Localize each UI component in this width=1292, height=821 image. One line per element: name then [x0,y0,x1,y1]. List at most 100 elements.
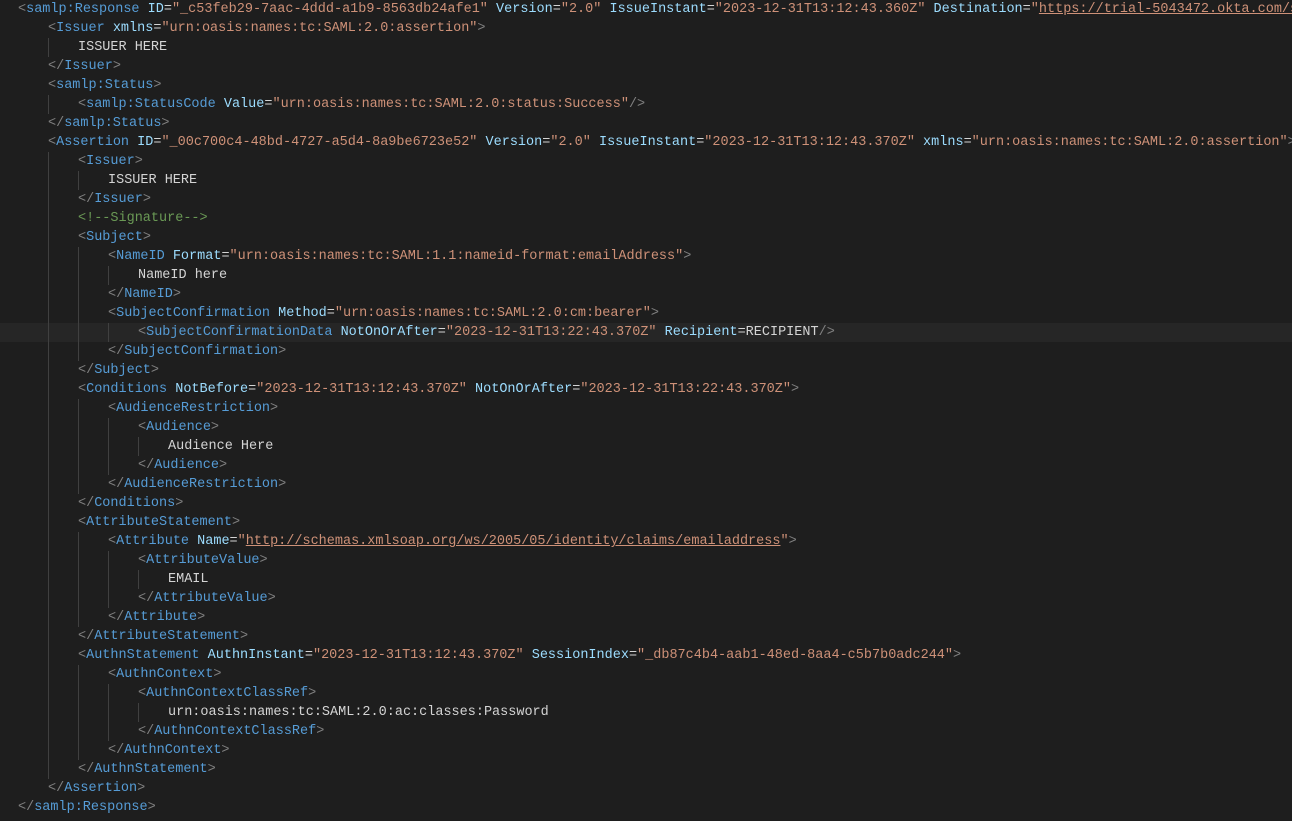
indent-guide [108,589,109,608]
code-line[interactable]: </Issuer> [0,57,1292,76]
token-self-close: /> [819,325,835,340]
token-tag: SubjectConfirmationData [146,325,332,340]
code-line[interactable]: <Assertion ID="_00c700c4-48bd-4727-a5d4-… [0,133,1292,152]
indent-guide [48,513,49,532]
code-line[interactable]: </AttributeValue> [0,589,1292,608]
code-line[interactable]: urn:oasis:names:tc:SAML:2.0:ac:classes:P… [0,703,1292,722]
code-line[interactable]: </AudienceRestriction> [0,475,1292,494]
code-line[interactable]: Audience Here [0,437,1292,456]
code-line[interactable]: <AttributeStatement> [0,513,1292,532]
line-content: </SubjectConfirmation> [108,342,1292,361]
token-text: RECIPIENT [746,325,819,340]
token-bracket: </ [78,496,94,511]
code-line[interactable]: </Conditions> [0,494,1292,513]
token-bracket: < [108,534,116,549]
token-bracket: > [651,306,659,321]
code-line[interactable]: <samlp:Status> [0,76,1292,95]
token-attr-eq: = [738,325,746,340]
token-bracket: > [240,629,248,644]
indent-guide [78,304,79,323]
line-content: <AuthnStatement AuthnInstant="2023-12-31… [78,646,1292,665]
code-line[interactable]: <AudienceRestriction> [0,399,1292,418]
line-content: </Audience> [138,456,1292,475]
code-line[interactable]: <Attribute Name="http://schemas.xmlsoap.… [0,532,1292,551]
code-line[interactable]: </NameID> [0,285,1292,304]
token-tag: AudienceRestriction [116,401,270,416]
line-content: ISSUER HERE [108,171,1292,190]
indent-guide [48,437,49,456]
code-line[interactable]: <Audience> [0,418,1292,437]
token-attr-eq: = [707,2,715,17]
token-bracket: > [232,515,240,530]
code-line[interactable]: </samlp:Status> [0,114,1292,133]
token-text [165,249,173,264]
indent-guide [48,228,49,247]
token-bracket: > [208,762,216,777]
code-line[interactable]: </AuthnContextClassRef> [0,722,1292,741]
token-attr-name: Version [486,135,543,150]
token-tag: AuthnContext [124,743,221,758]
code-line[interactable]: <SubjectConfirmation Method="urn:oasis:n… [0,304,1292,323]
code-line[interactable]: </Issuer> [0,190,1292,209]
token-attr-name: IssueInstant [609,2,706,17]
code-line[interactable]: <NameID Format="urn:oasis:names:tc:SAML:… [0,247,1292,266]
token-tag: samlp:Status [56,78,153,93]
token-string-link[interactable]: https://trial-5043472.okta.com/sso/saml2 [1039,2,1292,17]
token-bracket: < [78,230,86,245]
code-line[interactable]: <Conditions NotBefore="2023-12-31T13:12:… [0,380,1292,399]
code-line[interactable]: </Audience> [0,456,1292,475]
code-line[interactable]: <samlp:StatusCode Value="urn:oasis:names… [0,95,1292,114]
code-line[interactable]: NameID here [0,266,1292,285]
code-line[interactable]: </Subject> [0,361,1292,380]
token-attr-eq: = [230,534,238,549]
token-tag: Subject [94,363,151,378]
token-tag: NameID [124,287,173,302]
token-text: EMAIL [168,572,209,587]
code-line[interactable]: <AuthnStatement AuthnInstant="2023-12-31… [0,646,1292,665]
token-text: ISSUER HERE [78,40,167,55]
code-line[interactable]: </samlp:Response> [0,798,1292,817]
code-line[interactable]: <Issuer> [0,152,1292,171]
code-line[interactable]: <SubjectConfirmationData NotOnOrAfter="2… [0,323,1292,342]
token-tag: Attribute [116,534,189,549]
code-line[interactable]: <AttributeValue> [0,551,1292,570]
line-content: </AuthnContextClassRef> [138,722,1292,741]
code-line[interactable]: </AuthnContext> [0,741,1292,760]
token-text [105,21,113,36]
indent-guide [48,95,49,114]
code-line[interactable]: </Assertion> [0,779,1292,798]
token-tag: samlp:Response [26,2,139,17]
code-editor[interactable]: <samlp:Response ID="_c53feb29-7aac-4ddd-… [0,0,1292,817]
code-line[interactable]: <Issuer xmlns="urn:oasis:names:tc:SAML:2… [0,19,1292,38]
code-line[interactable]: <AuthnContextClassRef> [0,684,1292,703]
code-line[interactable]: </SubjectConfirmation> [0,342,1292,361]
token-string-link[interactable]: http://schemas.xmlsoap.org/ws/2005/05/id… [246,534,781,549]
code-line[interactable]: <AuthnContext> [0,665,1292,684]
token-bracket: < [108,306,116,321]
indent-guide [48,741,49,760]
code-line[interactable]: <!--Signature--> [0,209,1292,228]
code-line[interactable]: EMAIL [0,570,1292,589]
code-line[interactable]: </AuthnStatement> [0,760,1292,779]
code-line[interactable]: </AttributeStatement> [0,627,1292,646]
line-content: <SubjectConfirmationData NotOnOrAfter="2… [138,323,1292,342]
code-line[interactable]: <Subject> [0,228,1292,247]
indent-guide [78,608,79,627]
code-line[interactable]: <samlp:Response ID="_c53feb29-7aac-4ddd-… [0,0,1292,19]
code-line[interactable]: ISSUER HERE [0,171,1292,190]
token-bracket: > [153,78,161,93]
code-line[interactable]: ISSUER HERE [0,38,1292,57]
token-tag: AudienceRestriction [124,477,278,492]
token-attr-eq: = [629,648,637,663]
line-content: <AuthnContext> [108,665,1292,684]
code-line[interactable]: </Attribute> [0,608,1292,627]
token-string: "2023-12-31T13:12:43.370Z" [704,135,915,150]
token-string: "urn:oasis:names:tc:SAML:2.0:status:Succ… [272,97,628,112]
token-bracket: > [1288,135,1292,150]
token-attr-name: Recipient [665,325,738,340]
indent-guide [78,456,79,475]
token-bracket: </ [108,344,124,359]
token-bracket: > [791,382,799,397]
line-content: </samlp:Status> [48,114,1292,133]
token-text [488,2,496,17]
